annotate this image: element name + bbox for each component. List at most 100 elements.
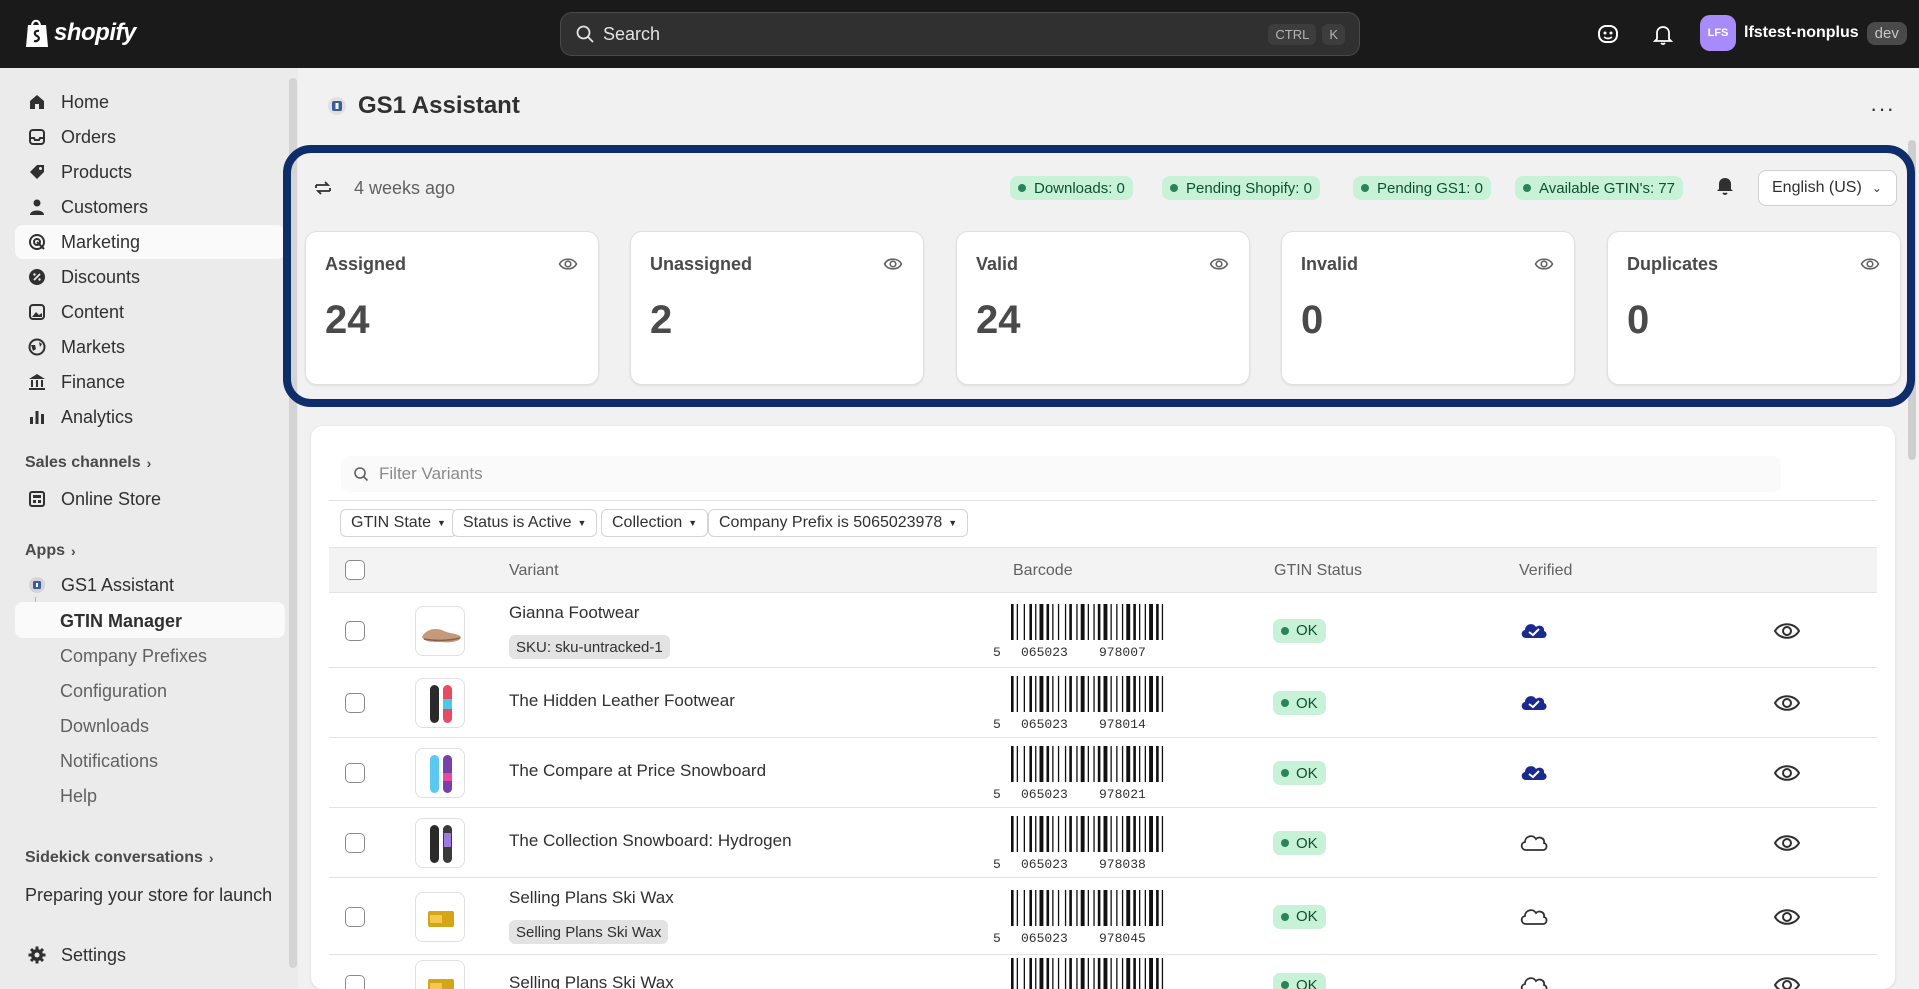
- table-row[interactable]: The Compare at Price Snowboard 5 065023 978…: [329, 738, 1877, 808]
- gtin-status-badge: OK: [1273, 831, 1326, 855]
- sidebar-item-home[interactable]: Home: [15, 85, 285, 119]
- row-checkbox[interactable]: [345, 975, 365, 989]
- sidebar-subitem-configuration[interactable]: Configuration: [60, 681, 167, 702]
- shopify-logo[interactable]: shopify: [24, 17, 136, 49]
- filter-chip-collection[interactable]: Collection ▼: [601, 509, 709, 537]
- table-row[interactable]: Selling Plans Ski Wax Selling Plans Ski W…: [329, 878, 1877, 955]
- variant-name[interactable]: Selling Plans Ski Wax: [509, 973, 674, 989]
- search-bar[interactable]: Search CTRL K: [560, 12, 1360, 56]
- table-row[interactable]: Selling Plans Ski Wax OK: [329, 955, 1877, 989]
- variant-name[interactable]: The Hidden Leather Footwear: [509, 691, 735, 711]
- last-sync-time: 4 weeks ago: [354, 177, 456, 198]
- row-checkbox[interactable]: [345, 620, 365, 641]
- stat-label: Assigned: [325, 254, 407, 274]
- more-actions-icon[interactable]: ···: [1870, 96, 1895, 122]
- table-row[interactable]: The Collection Snowboard: Hydrogen 5 06502…: [329, 808, 1877, 878]
- sync-icon[interactable]: [312, 177, 334, 199]
- sidekick-section[interactable]: Sidekick conversations ›: [25, 849, 214, 867]
- eye-icon[interactable]: [1773, 759, 1801, 787]
- eye-icon[interactable]: [883, 254, 903, 274]
- apps-section[interactable]: Apps ›: [25, 542, 76, 560]
- sidebar-item-discounts[interactable]: Discounts: [15, 260, 285, 294]
- eye-icon[interactable]: [558, 254, 578, 274]
- sidebar-item-online-store[interactable]: Online Store: [15, 482, 285, 516]
- product-thumbnail[interactable]: [415, 818, 465, 868]
- sidebar-item-label: Customers: [61, 196, 149, 217]
- sidebar-subitem-notifications[interactable]: Notifications: [60, 751, 158, 772]
- variant-tag: SKU: sku-untracked-1: [509, 635, 670, 659]
- column-header-barcode[interactable]: Barcode: [1013, 562, 1073, 580]
- stat-value: 0: [1301, 298, 1324, 342]
- sidebar-item-orders[interactable]: Orders: [15, 120, 285, 154]
- status-dot: [1281, 699, 1289, 707]
- product-thumbnail[interactable]: [415, 891, 465, 942]
- eye-icon[interactable]: [1773, 903, 1801, 931]
- select-all-checkbox[interactable]: [345, 560, 365, 580]
- caret-down-icon: ▼: [577, 518, 587, 528]
- column-header-variant[interactable]: Variant: [509, 562, 559, 580]
- eye-icon[interactable]: [1209, 254, 1229, 274]
- row-checkbox[interactable]: [345, 693, 365, 713]
- eye-icon[interactable]: [1773, 689, 1801, 717]
- sidebar-item-markets[interactable]: Markets: [15, 330, 285, 364]
- sidebar-item-marketing[interactable]: Marketing: [15, 225, 285, 259]
- sidebar-item-customers[interactable]: Customers: [15, 190, 285, 224]
- barcode-left-digits: 065023: [1021, 857, 1068, 870]
- row-checkbox[interactable]: [345, 906, 365, 927]
- sidekick-icon[interactable]: [1596, 22, 1620, 46]
- sidebar-item-settings[interactable]: Settings: [15, 938, 285, 972]
- variant-name[interactable]: Gianna Footwear: [509, 603, 639, 623]
- variant-name[interactable]: The Compare at Price Snowboard: [509, 761, 766, 781]
- search-placeholder: Search: [603, 23, 661, 44]
- sales-channels-section[interactable]: Sales channels ›: [25, 454, 151, 472]
- sidebar-subitem-downloads[interactable]: Downloads: [60, 716, 149, 737]
- product-thumbnail[interactable]: [415, 960, 465, 989]
- product-thumbnail[interactable]: [415, 605, 465, 656]
- row-checkbox[interactable]: [345, 833, 365, 853]
- sidebar-subitem-help[interactable]: Help: [60, 786, 97, 807]
- column-header-verified[interactable]: Verified: [1519, 562, 1572, 580]
- sidebar-item-content[interactable]: Content: [15, 295, 285, 329]
- account-menu[interactable]: LFS lfstest-nonplus dev: [1700, 15, 1907, 51]
- row-checkbox[interactable]: [345, 763, 365, 783]
- filter-chip-gtin-state[interactable]: GTIN State ▼: [340, 509, 457, 537]
- table-row[interactable]: Gianna Footwear SKU: sku-untracked-1 5 0650…: [329, 593, 1877, 668]
- barcode-right-digits: 978007: [1099, 645, 1146, 658]
- person-icon: [30, 199, 44, 215]
- gtin-status-badge: OK: [1273, 973, 1326, 989]
- notifications-bell-icon[interactable]: [1651, 22, 1675, 46]
- eye-icon[interactable]: [1860, 254, 1880, 274]
- status-dot: [1281, 769, 1289, 777]
- sidekick-label: Sidekick conversations: [25, 849, 203, 866]
- sidekick-conversation-label: Preparing your store for launch: [25, 884, 273, 905]
- table-header: Variant Barcode GTIN Status Verified: [329, 547, 1877, 593]
- sidebar-item-finance[interactable]: Finance: [15, 365, 285, 399]
- product-thumbnail[interactable]: [415, 678, 465, 728]
- product-thumbnail[interactable]: [415, 748, 465, 798]
- eye-icon[interactable]: [1773, 971, 1801, 989]
- column-header-gtin-status[interactable]: GTIN Status: [1274, 562, 1362, 580]
- variant-name[interactable]: The Collection Snowboard: Hydrogen: [509, 831, 792, 851]
- sidebar-item-products[interactable]: Products: [15, 155, 285, 189]
- barcode-left-digits: 065023: [1021, 787, 1068, 800]
- sidebar-item-analytics[interactable]: Analytics: [15, 400, 285, 434]
- cloud-check-icon: [1521, 623, 1547, 638]
- chevron-down-icon: ⌄: [1871, 181, 1882, 195]
- eye-icon[interactable]: [1773, 829, 1801, 857]
- sidekick-conversation-item[interactable]: Preparing your store for launch: [15, 878, 285, 912]
- filter-chip-company-prefix[interactable]: Company Prefix is 5065023978 ▼: [708, 509, 969, 537]
- variant-name[interactable]: Selling Plans Ski Wax: [509, 888, 674, 908]
- barcode-left-digits: 065023: [1021, 717, 1068, 730]
- eye-icon[interactable]: [1773, 617, 1801, 645]
- language-select[interactable]: English (US) ⌄: [1758, 170, 1897, 206]
- sidebar-item-gs1-assistant[interactable]: GS1 Assistant: [15, 568, 285, 602]
- stat-card-assigned: Assigned 24: [305, 231, 599, 385]
- table-row[interactable]: The Hidden Leather Footwear 5 065023 978014…: [329, 668, 1877, 738]
- filter-chip-status[interactable]: Status is Active ▼: [452, 509, 598, 537]
- sidebar-subitem-gtin-manager[interactable]: GTIN Manager: [60, 611, 182, 632]
- eye-icon[interactable]: [1534, 254, 1554, 274]
- barcode-lead-digit: 5: [993, 857, 1001, 870]
- filter-variants-input[interactable]: Filter Variants: [341, 456, 1781, 492]
- alerts-bell-icon[interactable]: [1714, 174, 1736, 196]
- sidebar-subitem-company-prefixes[interactable]: Company Prefixes: [60, 646, 207, 667]
